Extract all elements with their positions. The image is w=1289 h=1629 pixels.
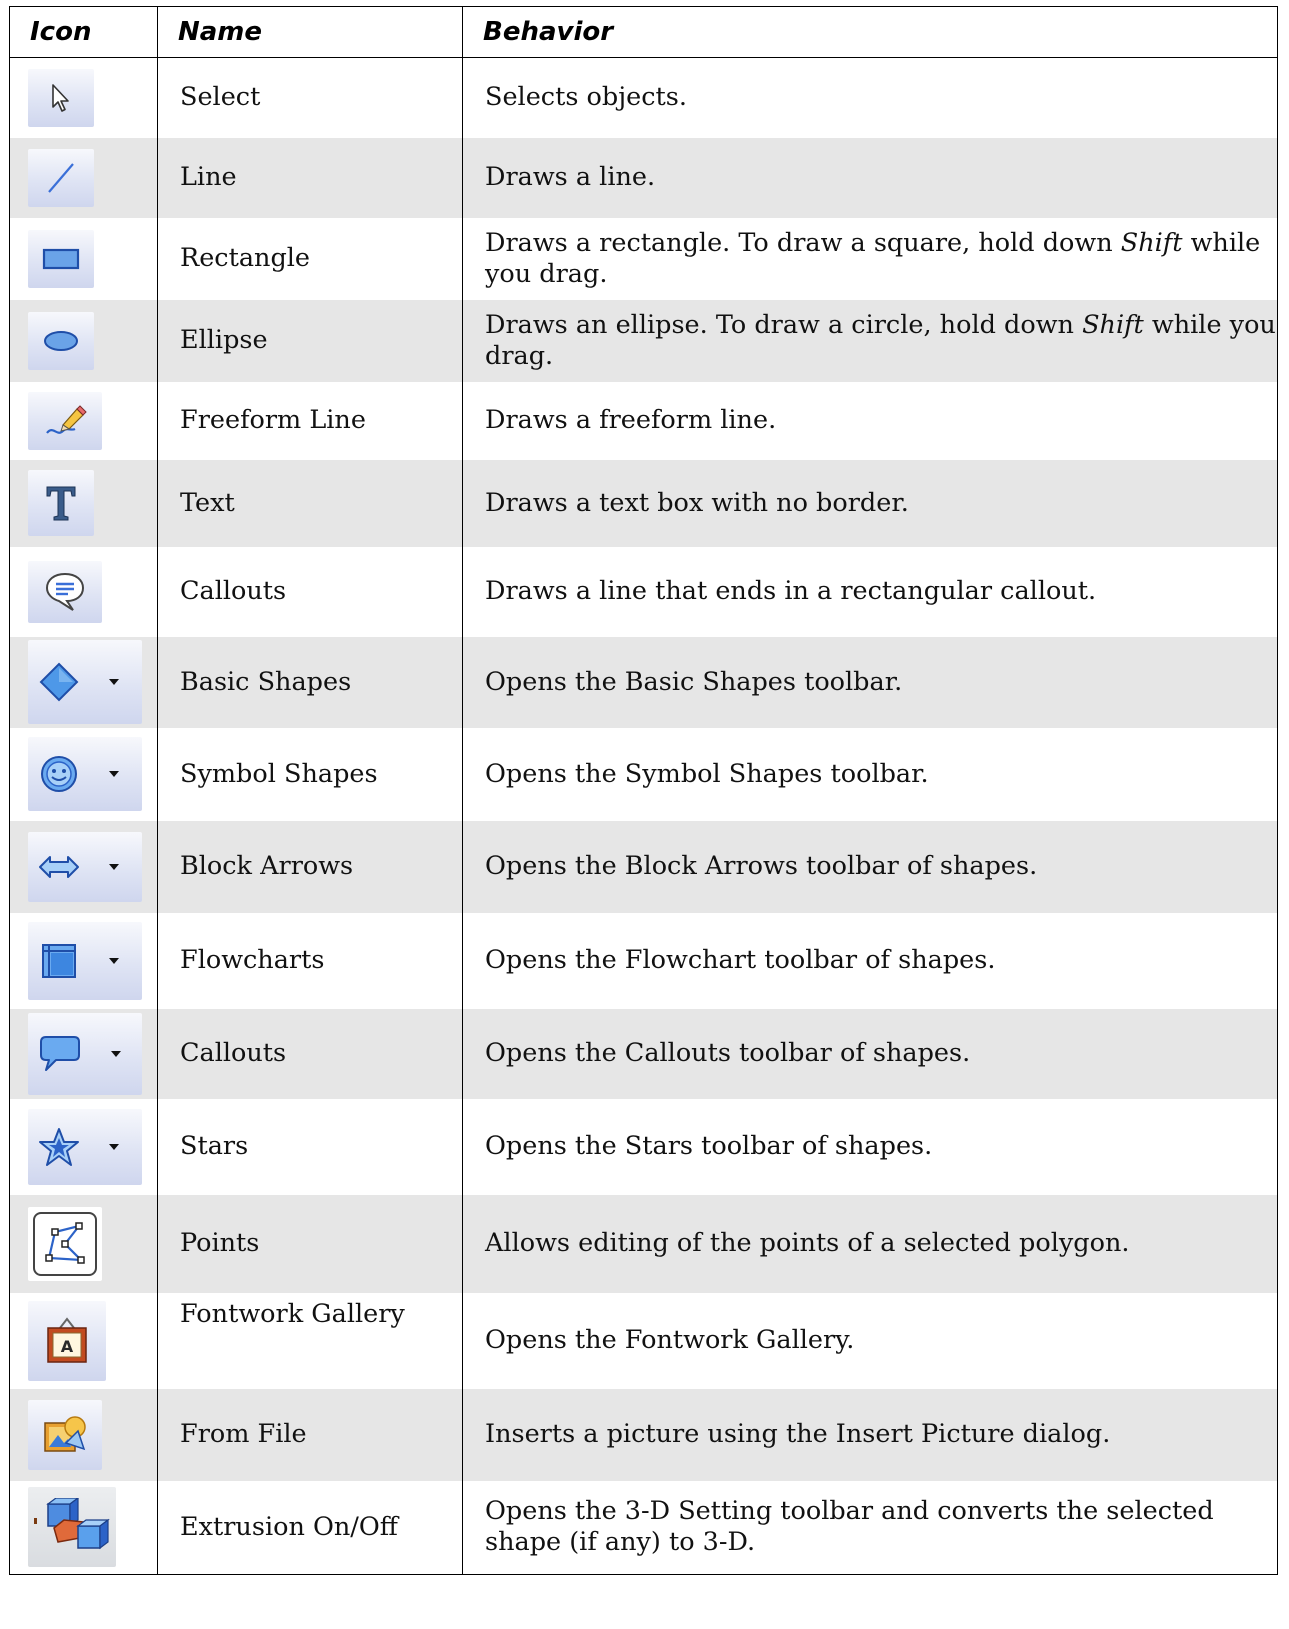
table-row: Symbol Shapes Opens the Symbol Shapes to… (9, 727, 1278, 821)
table-row: Flowcharts Opens the Flowchart toolbar o… (9, 912, 1278, 1009)
diamond-icon (28, 640, 142, 724)
freeform-pencil-icon (28, 391, 102, 450)
speech-bubble-icon (28, 1012, 142, 1095)
row-name: Symbol Shapes (157, 727, 463, 821)
row-name: Fontwork Gallery (157, 1292, 463, 1389)
rectangle-icon (28, 229, 94, 288)
callout-bubble-icon (28, 560, 102, 623)
row-name: Basic Shapes (157, 636, 463, 728)
row-behavior: Opens the 3-D Setting toolbar and conver… (462, 1480, 1278, 1575)
chevron-down-icon (109, 679, 119, 685)
row-name: Ellipse (157, 299, 463, 382)
chevron-down-icon (109, 957, 119, 964)
table-row: Select Selects objects. (9, 57, 1278, 138)
row-behavior: Allows editing of the points of a select… (462, 1194, 1278, 1293)
table-row: Points Allows editing of the points of a… (9, 1194, 1278, 1293)
table-row: Block Arrows Opens the Block Arrows tool… (9, 820, 1278, 913)
row-name: Extrusion On/Off (157, 1480, 463, 1575)
row-behavior: Draws an ellipse. To draw a circle, hold… (462, 299, 1278, 382)
row-behavior: Opens the Fontwork Gallery. (462, 1292, 1278, 1389)
chevron-down-icon (109, 1143, 119, 1150)
row-behavior: Draws a rectangle. To draw a square, hol… (462, 217, 1278, 300)
flowchart-icon (28, 921, 142, 1000)
row-behavior: Opens the Callouts toolbar of shapes. (462, 1008, 1278, 1099)
row-behavior: Selects objects. (462, 57, 1278, 138)
row-name: Callouts (157, 546, 463, 637)
row-behavior: Draws a line. (462, 137, 1278, 218)
row-behavior: Draws a freeform line. (462, 381, 1278, 460)
smiley-icon (28, 737, 142, 811)
table-row: From File Inserts a picture using the In… (9, 1388, 1278, 1481)
table-row: Extrusion On/Off Opens the 3-D Setting t… (9, 1480, 1278, 1575)
ellipse-icon (28, 311, 94, 370)
extrusion-3d-icon (28, 1487, 116, 1568)
table-row: Callouts Draws a line that ends in a rec… (9, 546, 1278, 637)
text-t-icon (28, 470, 94, 536)
row-behavior: Opens the Basic Shapes toolbar. (462, 636, 1278, 728)
row-behavior: Inserts a picture using the Insert Pictu… (462, 1388, 1278, 1481)
table-row: A Fontwork Gallery Opens the Fontwork Ga… (9, 1292, 1278, 1389)
double-arrow-icon (28, 831, 142, 902)
row-name: Select (157, 57, 463, 138)
table-row: Line Draws a line. (9, 137, 1278, 218)
row-name: Points (157, 1194, 463, 1293)
row-behavior: Opens the Block Arrows toolbar of shapes… (462, 820, 1278, 913)
table-row: Ellipse Draws an ellipse. To draw a circ… (9, 299, 1278, 382)
select-arrow-icon (28, 68, 94, 127)
row-behavior: Draws a text box with no border. (462, 459, 1278, 547)
header-name: Name (157, 6, 463, 58)
row-behavior: Draws a line that ends in a rectangular … (462, 546, 1278, 637)
table-row: Freeform Line Draws a freeform line. (9, 381, 1278, 460)
header-row: Icon Name Behavior (9, 6, 1278, 58)
fontwork-gallery-icon: A (28, 1300, 106, 1381)
row-behavior: Opens the Stars toolbar of shapes. (462, 1098, 1278, 1195)
row-name: Text (157, 459, 463, 547)
header-icon: Icon (9, 6, 158, 58)
table-row: Rectangle Draws a rectangle. To draw a s… (9, 217, 1278, 300)
row-name: From File (157, 1388, 463, 1481)
table-row: Text Draws a text box with no border. (9, 459, 1278, 547)
table-row: Callouts Opens the Callouts toolbar of s… (9, 1008, 1278, 1099)
header-behavior: Behavior (462, 6, 1278, 58)
chevron-down-icon (111, 1050, 121, 1057)
row-name: Callouts (157, 1008, 463, 1099)
table-row: Stars Opens the Stars toolbar of shapes. (9, 1098, 1278, 1195)
row-name: Line (157, 137, 463, 218)
row-name: Stars (157, 1098, 463, 1195)
row-name: Flowcharts (157, 912, 463, 1009)
toolbar-icons-table: Icon Name Behavior Select Selects object… (9, 6, 1278, 1575)
row-name: Block Arrows (157, 820, 463, 913)
row-behavior: Opens the Flowchart toolbar of shapes. (462, 912, 1278, 1009)
picture-from-file-icon (28, 1399, 102, 1470)
line-icon (28, 148, 94, 207)
row-behavior: Opens the Symbol Shapes toolbar. (462, 727, 1278, 821)
chevron-down-icon (109, 863, 119, 870)
table-row: Basic Shapes Opens the Basic Shapes tool… (9, 636, 1278, 728)
svg-text:A: A (61, 1337, 74, 1356)
points-polygon-icon (28, 1206, 102, 1281)
row-name: Freeform Line (157, 381, 463, 460)
row-name: Rectangle (157, 217, 463, 300)
chevron-down-icon (109, 771, 119, 777)
star-icon (28, 1108, 142, 1185)
